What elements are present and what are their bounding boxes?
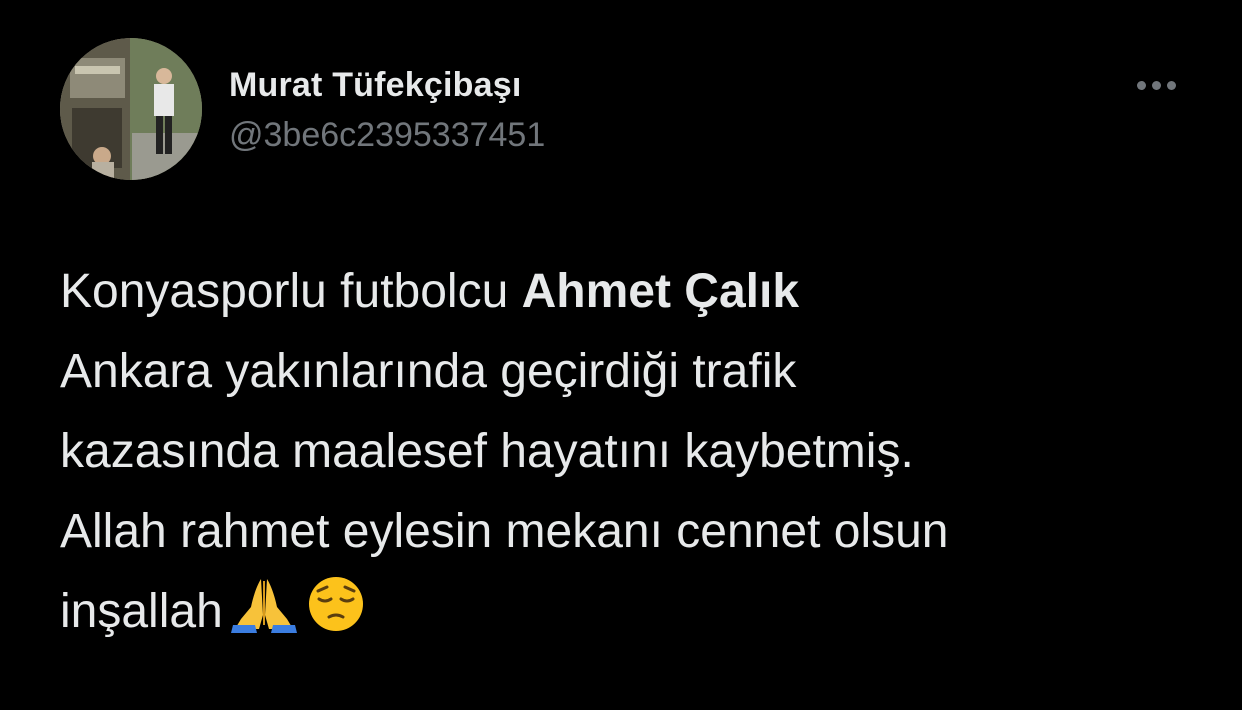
tweet-text-line-5-plain: inşallah (60, 585, 223, 638)
tweet-text-line-1: Konyasporlu futbolcu Ahmet Çalık (60, 252, 1210, 332)
more-horizontal-icon-dot-2 (1151, 80, 1161, 90)
author-handle[interactable]: @3be6c2395337451 (229, 116, 545, 155)
folded-hands-emoji (230, 575, 297, 633)
more-horizontal-icon-dot-3 (1166, 80, 1176, 90)
pensive-face-emoji (305, 575, 367, 633)
author-display-name[interactable]: Murat Tüfekçibaşı (229, 66, 521, 105)
tweet-text-line-1-plain: Konyasporlu futbolcu (60, 265, 522, 318)
tweet-text-line-5: inşallah (60, 572, 1210, 652)
more-options-button[interactable] (1126, 70, 1186, 100)
tweet-card: Murat Tüfekçibaşı @3be6c2395337451 Konya… (0, 0, 1242, 710)
tweet-text-line-4: Allah rahmet eylesin mekanı cennet olsun (60, 505, 949, 558)
tweet-text-line-3: kazasında maalesef hayatını kaybetmiş. (60, 425, 914, 478)
bold-name: Ahmet Çalık (521, 265, 800, 318)
tweet-text-line-2: Ankara yakınlarında geçirdiği trafik (60, 345, 797, 398)
tweet-text: Konyasporlu futbolcu Ahmet Çalık Ankara … (60, 252, 1210, 652)
more-horizontal-icon (1136, 80, 1146, 90)
avatar[interactable] (60, 38, 202, 180)
